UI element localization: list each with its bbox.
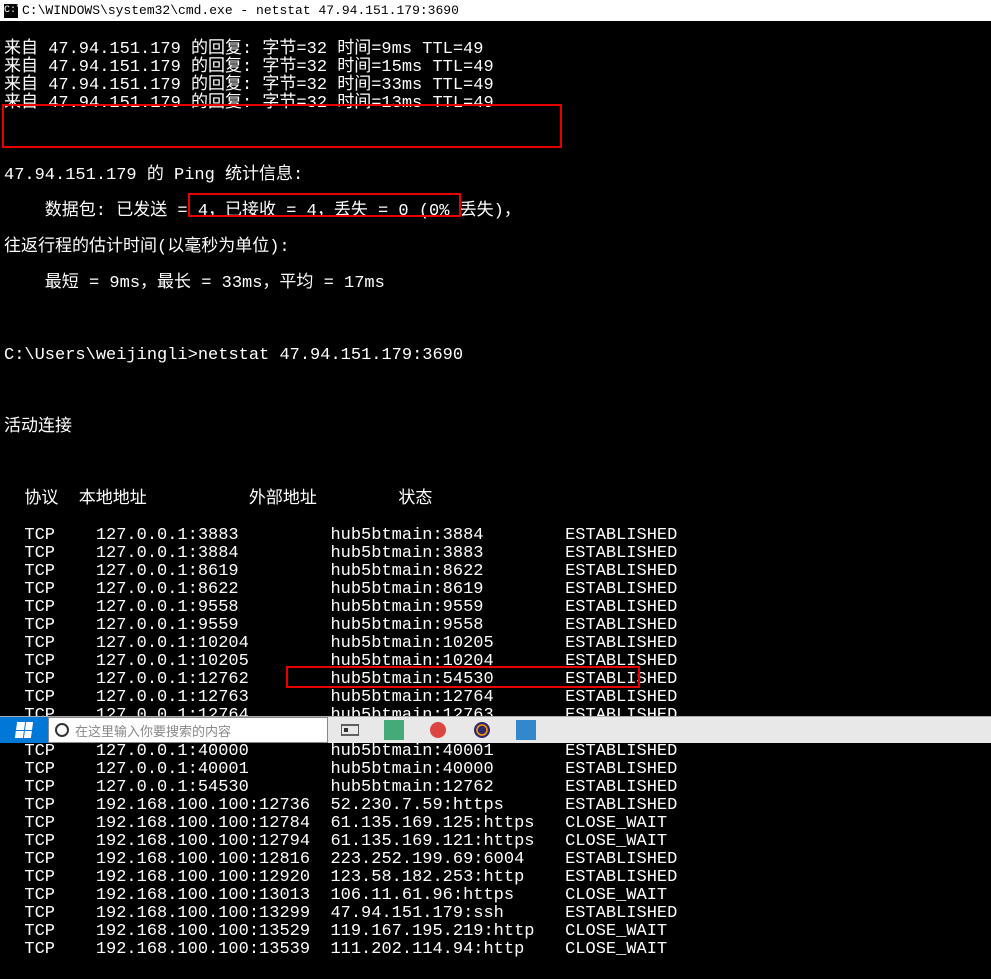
- netstat-row: TCP 127.0.0.1:40001 hub5btmain:40000 EST…: [4, 761, 987, 779]
- taskbar-app-4[interactable]: [504, 717, 548, 743]
- netstat-row: TCP 127.0.0.1:8622 hub5btmain:8619 ESTAB…: [4, 581, 987, 599]
- command-prompt-line[interactable]: C:\Users\weijingli>netstat 47.94.151.179…: [4, 347, 987, 365]
- eclipse-icon: [472, 720, 492, 740]
- netstat-row: TCP 192.168.100.100:12736 52.230.7.59:ht…: [4, 797, 987, 815]
- prompt-path: C:\Users\weijingli>: [4, 346, 198, 365]
- netstat-row: TCP 192.168.100.100:13013 106.11.61.96:h…: [4, 887, 987, 905]
- netstat-header: 协议 本地地址 外部地址 状态: [4, 491, 987, 509]
- generic-app-icon: [428, 720, 448, 740]
- window-titlebar: C:\ C:\WINDOWS\system32\cmd.exe - netsta…: [0, 0, 991, 21]
- terminal-output[interactable]: 来自 47.94.151.179 的回复: 字节=32 时间=9ms TTL=4…: [0, 21, 991, 979]
- netstat-row: TCP 127.0.0.1:8619 hub5btmain:8622 ESTAB…: [4, 563, 987, 581]
- netstat-row: TCP 192.168.100.100:12794 61.135.169.121…: [4, 833, 987, 851]
- netstat-row: TCP 192.168.100.100:13539 111.202.114.94…: [4, 941, 987, 959]
- ping-reply-line: 来自 47.94.151.179 的回复: 字节=32 时间=9ms TTL=4…: [4, 41, 987, 59]
- generic-app-icon: [516, 720, 536, 740]
- taskview-svg-icon: [341, 723, 359, 737]
- search-icon: [55, 723, 69, 737]
- taskbar: 在这里输入你要搜索的内容: [0, 716, 991, 743]
- netstat-row: TCP 192.168.100.100:13529 119.167.195.21…: [4, 923, 987, 941]
- cmd-icon: C:\: [4, 4, 18, 18]
- netstat-row: TCP 127.0.0.1:3883 hub5btmain:3884 ESTAB…: [4, 527, 987, 545]
- netstat-row: TCP 127.0.0.1:10204 hub5btmain:10205 EST…: [4, 635, 987, 653]
- netstat-row: TCP 192.168.100.100:12920 123.58.182.253…: [4, 869, 987, 887]
- taskbar-app-2[interactable]: [416, 717, 460, 743]
- windows-logo-icon: [15, 722, 33, 738]
- netstat-row: TCP 127.0.0.1:54530 hub5btmain:12762 EST…: [4, 779, 987, 797]
- window-title: C:\WINDOWS\system32\cmd.exe - netstat 47…: [22, 0, 459, 21]
- rtt-values: 最短 = 9ms，最长 = 33ms，平均 = 17ms: [4, 275, 987, 293]
- netstat-row: TCP 127.0.0.1:9559 hub5btmain:9558 ESTAB…: [4, 617, 987, 635]
- taskbar-app-3[interactable]: [460, 717, 504, 743]
- start-button[interactable]: [0, 717, 48, 743]
- netstat-row: TCP 127.0.0.1:40000 hub5btmain:40001 EST…: [4, 743, 987, 761]
- generic-app-icon: [384, 720, 404, 740]
- active-connections-label: 活动连接: [4, 419, 987, 437]
- ping-reply-line: 来自 47.94.151.179 的回复: 字节=32 时间=15ms TTL=…: [4, 59, 987, 77]
- netstat-command: netstat 47.94.151.179:3690: [198, 346, 463, 365]
- netstat-row: TCP 127.0.0.1:12763 hub5btmain:12764 EST…: [4, 689, 987, 707]
- netstat-row: TCP 127.0.0.1:10205 hub5btmain:10204 EST…: [4, 653, 987, 671]
- netstat-row: TCP 127.0.0.1:12762 hub5btmain:54530 EST…: [4, 671, 987, 689]
- netstat-row: TCP 192.168.100.100:13299 47.94.151.179:…: [4, 905, 987, 923]
- taskbar-search[interactable]: 在这里输入你要搜索的内容: [48, 717, 328, 743]
- ping-reply-line: 来自 47.94.151.179 的回复: 字节=32 时间=13ms TTL=…: [4, 95, 987, 113]
- ping-stats-packets: 数据包: 已发送 = 4，已接收 = 4，丢失 = 0 (0% 丢失)，: [4, 203, 987, 221]
- taskbar-app-1[interactable]: [372, 717, 416, 743]
- netstat-row: TCP 127.0.0.1:9558 hub5btmain:9559 ESTAB…: [4, 599, 987, 617]
- rtt-header: 往返行程的估计时间(以毫秒为单位):: [4, 239, 987, 257]
- ping-reply-line: 来自 47.94.151.179 的回复: 字节=32 时间=33ms TTL=…: [4, 77, 987, 95]
- netstat-row: TCP 192.168.100.100:12784 61.135.169.125…: [4, 815, 987, 833]
- netstat-row: TCP 192.168.100.100:12816 223.252.199.69…: [4, 851, 987, 869]
- ping-stats-header: 47.94.151.179 的 Ping 统计信息:: [4, 167, 987, 185]
- taskview-icon[interactable]: [328, 717, 372, 743]
- netstat-row: TCP 127.0.0.1:3884 hub5btmain:3883 ESTAB…: [4, 545, 987, 563]
- search-placeholder: 在这里输入你要搜索的内容: [75, 721, 231, 740]
